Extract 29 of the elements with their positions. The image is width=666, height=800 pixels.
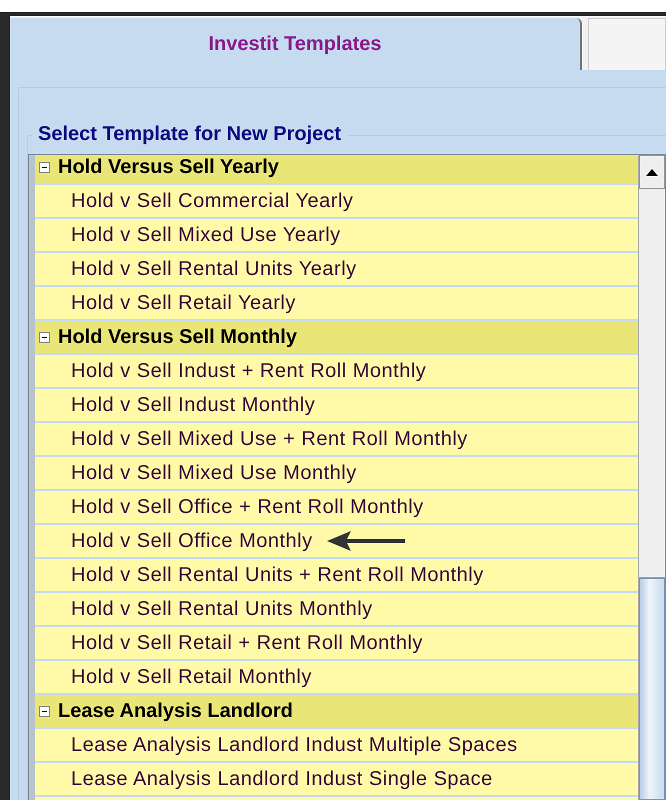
template-item[interactable]: Hold v Sell Commercial Yearly [35,185,638,219]
template-item[interactable]: Hold v Sell Mixed Use Yearly [35,219,638,253]
template-item[interactable]: Hold v Sell Office + Rent Roll Monthly [35,491,638,525]
template-item[interactable]: Lease Analysis Landlord Indust Single Space [35,763,638,797]
tree-group-row[interactable]: Hold Versus Sell Monthly [35,321,638,355]
template-item[interactable]: Hold v Sell Rental Units + Rent Roll Monthly [35,559,638,593]
tree-group-label: Lease Analysis Landlord [58,700,293,722]
template-item[interactable]: Hold v Sell Retail + Rent Roll Monthly [35,627,638,661]
scroll-up-button[interactable] [639,155,665,189]
tree-group-row[interactable]: Hold Versus Sell Yearly [35,155,638,185]
tab[interactable]: Investit Templates [10,18,582,70]
collapse-icon[interactable] [39,706,50,716]
up-arrow-icon [646,168,658,176]
template-item[interactable]: Hold v Sell Mixed Use + Rent Roll Monthly [35,423,638,457]
group-title: Select Template for New Project [32,123,348,146]
collapse-icon[interactable] [39,162,50,172]
scrollbar[interactable] [638,155,665,800]
template-item[interactable]: Hold v Sell Office Monthly [35,525,638,559]
scroll-thumb[interactable] [639,578,665,800]
tree-group-label: Hold Versus Sell Yearly [58,156,279,178]
tree-group-label: Hold Versus Sell Monthly [58,326,297,348]
template-item[interactable]: Lease Analysis Landlord Indust Multiple Spaces [35,729,638,763]
template-item[interactable]: Hold v Sell Indust Monthly [35,389,638,423]
template-item[interactable]: Hold v Sell Indust + Rent Roll Monthly [35,355,638,389]
collapse-icon[interactable] [39,332,50,342]
template-item[interactable]: Hold v Sell Mixed Use Monthly [35,457,638,491]
tree-group-row[interactable]: Lease Analysis Landlord [35,695,638,729]
template-item[interactable]: Hold v Sell Rental Units Monthly [35,593,638,627]
template-item[interactable]: Hold v Sell Rental Units Yearly [35,253,638,287]
